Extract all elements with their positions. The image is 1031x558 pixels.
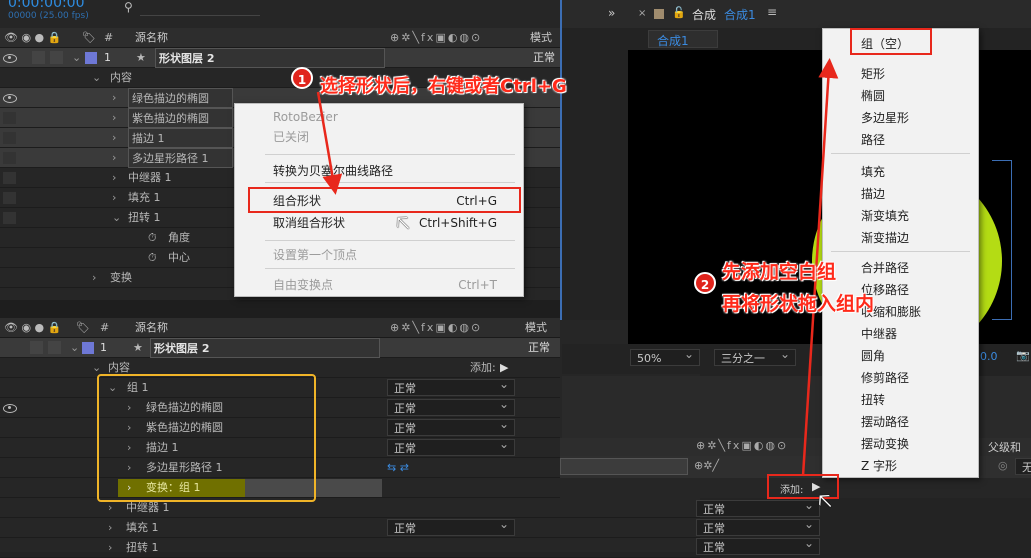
mouse-cursor-icon: 🡤: [818, 489, 833, 514]
step-1-text: 选择形状后，右键或者Ctrl+G: [320, 76, 567, 97]
step-2-line1: 先添加空白组: [722, 261, 837, 283]
step-2-badge: 2: [694, 272, 716, 294]
step-2-line2: 再将形状拖入组内: [722, 293, 875, 315]
step-1-badge: 1: [291, 67, 313, 89]
mouse-cursor-icon: 🡤: [396, 211, 411, 236]
